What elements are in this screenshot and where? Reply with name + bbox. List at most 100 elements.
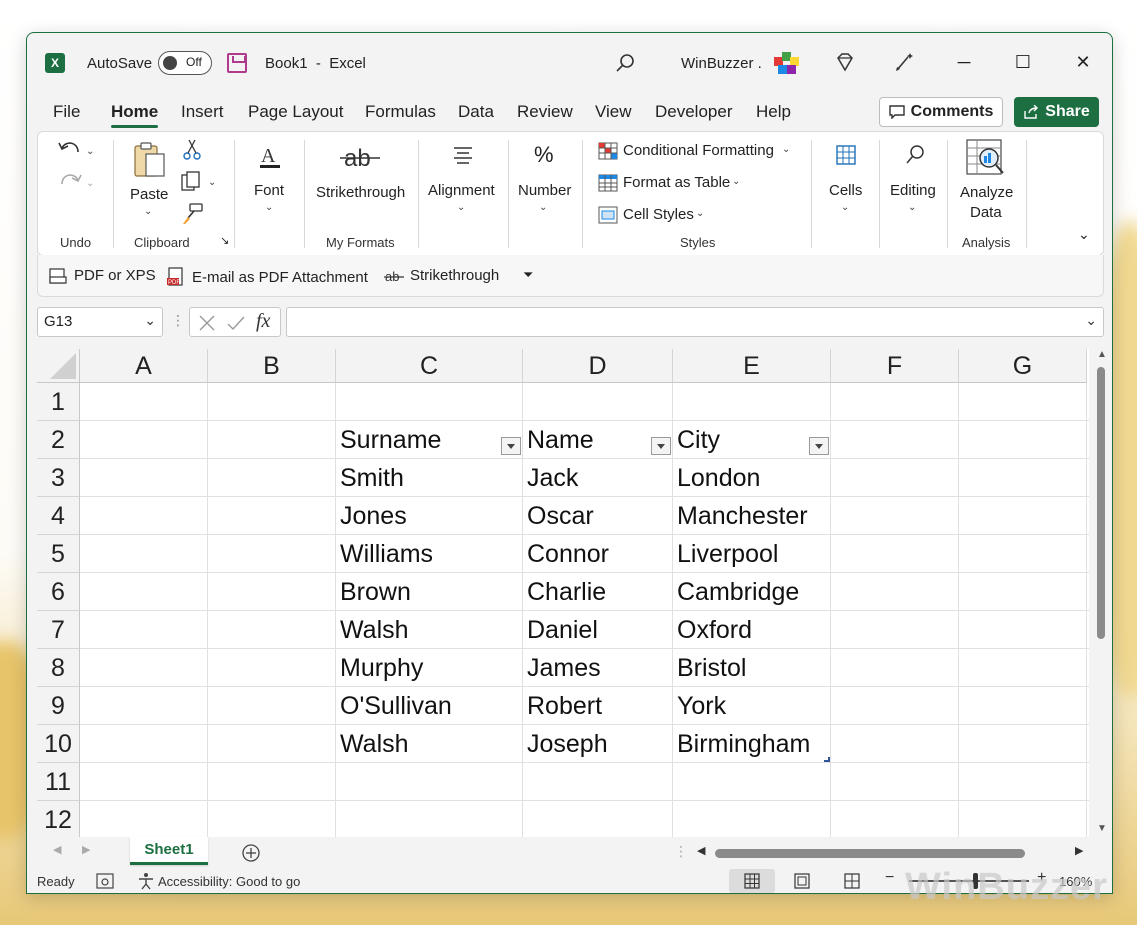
vertical-scrollbar[interactable]: ▲ ▼ (1092, 349, 1112, 837)
cell-styles-label[interactable]: Cell Styles (623, 206, 694, 223)
format-as-table-icon[interactable] (598, 174, 618, 192)
customize-qat-icon[interactable]: ⏷ (523, 267, 533, 283)
row-header-5[interactable]: 5 (37, 535, 80, 573)
worksheet-grid[interactable]: A B C D E F G 1 2 3 4 5 6 7 8 9 10 11 12 Surname Name City Smi… (37, 349, 1089, 837)
header-cell-c[interactable]: Surname (336, 421, 441, 459)
column-header-a[interactable]: A (80, 349, 208, 383)
column-header-g[interactable]: G (959, 349, 1087, 383)
alignment-chevron-icon[interactable]: ⌄ (457, 202, 465, 213)
table-cell[interactable]: Murphy (336, 649, 423, 687)
conditional-formatting-chevron-icon[interactable]: ⌄ (782, 144, 790, 155)
analyze-data-icon[interactable] (965, 138, 1007, 178)
number-chevron-icon[interactable]: ⌄ (539, 202, 547, 213)
header-cell-e[interactable]: City (673, 421, 720, 459)
tab-insert[interactable]: Insert (181, 102, 224, 122)
tab-developer[interactable]: Developer (655, 102, 733, 122)
table-cell[interactable]: Charlie (523, 573, 606, 611)
accessibility-status[interactable]: Accessibility: Good to go (158, 874, 300, 889)
column-header-c[interactable]: C (336, 349, 523, 383)
column-header-d[interactable]: D (523, 349, 673, 383)
scroll-left-icon[interactable]: ◀ (697, 844, 705, 857)
editing-search-icon[interactable] (904, 144, 926, 166)
filter-dropdown-icon[interactable] (809, 437, 829, 455)
row-header-7[interactable]: 7 (37, 611, 80, 649)
collapse-ribbon-icon[interactable]: ⌄ (1078, 226, 1090, 243)
table-cell[interactable]: O'Sullivan (336, 687, 452, 725)
scroll-right-icon[interactable]: ▶ (1075, 844, 1083, 857)
table-cell[interactable]: Brown (336, 573, 411, 611)
tab-formulas[interactable]: Formulas (365, 102, 436, 122)
table-cell[interactable]: Liverpool (673, 535, 778, 573)
table-cell[interactable]: Williams (336, 535, 433, 573)
clipboard-launcher-icon[interactable]: ↘ (220, 234, 229, 247)
table-cell[interactable]: Bristol (673, 649, 746, 687)
cancel-icon[interactable] (198, 314, 216, 332)
search-icon[interactable] (615, 53, 635, 73)
formula-bar-divider-icon[interactable]: ⋮ (171, 312, 185, 329)
email-pdf-button[interactable]: PDF E-mail as PDF Attachment (166, 267, 368, 287)
accessibility-icon[interactable] (137, 872, 155, 890)
conditional-formatting-label[interactable]: Conditional Formatting (623, 142, 774, 159)
table-cell[interactable]: Daniel (523, 611, 598, 649)
expand-formula-bar-icon[interactable]: ⌄ (1085, 312, 1097, 329)
table-cell[interactable]: Oxford (673, 611, 752, 649)
table-cell[interactable]: York (673, 687, 726, 725)
enter-icon[interactable] (226, 314, 246, 332)
table-cell[interactable]: Cambridge (673, 573, 799, 611)
cells-chevron-icon[interactable]: ⌄ (841, 202, 849, 213)
analyze-data-label-2[interactable]: Data (970, 204, 1002, 221)
percent-icon[interactable]: % (534, 142, 554, 168)
add-sheet-icon[interactable] (241, 843, 261, 863)
tab-splitter-icon[interactable]: ⋮ (674, 843, 688, 860)
table-cell[interactable]: Connor (523, 535, 609, 573)
sheet-tab-sheet1[interactable]: Sheet1 (130, 837, 208, 865)
insert-function-icon[interactable]: fx (256, 310, 270, 333)
row-header-3[interactable]: 3 (37, 459, 80, 497)
cut-icon[interactable] (182, 138, 202, 162)
table-resize-handle-icon[interactable] (824, 757, 830, 762)
table-cell[interactable]: Oscar (523, 497, 594, 535)
cell-styles-icon[interactable] (598, 206, 618, 224)
vertical-scroll-thumb[interactable] (1097, 367, 1105, 639)
pen-sparkle-icon[interactable] (893, 51, 915, 73)
redo-icon[interactable]: ⌄ (56, 170, 96, 194)
column-header-e[interactable]: E (673, 349, 831, 383)
row-header-9[interactable]: 9 (37, 687, 80, 725)
font-chevron-icon[interactable]: ⌄ (265, 202, 273, 213)
prev-sheet-icon[interactable]: ◀ (53, 843, 61, 856)
row-header-4[interactable]: 4 (37, 497, 80, 535)
qat-strikethrough-button[interactable]: ab Strikethrough (384, 267, 499, 284)
table-cell[interactable]: Robert (523, 687, 602, 725)
column-header-f[interactable]: F (831, 349, 959, 383)
scroll-down-icon[interactable]: ▼ (1097, 823, 1107, 834)
column-header-b[interactable]: B (208, 349, 336, 383)
row-header-11[interactable]: 11 (37, 763, 80, 801)
paste-icon[interactable] (132, 140, 168, 180)
tab-file[interactable]: File (53, 102, 80, 122)
select-all-button[interactable] (37, 349, 80, 383)
strikethrough-label[interactable]: Strikethrough (316, 184, 405, 201)
tab-home[interactable]: Home (111, 102, 159, 128)
table-cell[interactable]: Jones (336, 497, 407, 535)
save-icon[interactable] (227, 53, 247, 73)
macro-recording-icon[interactable] (95, 872, 115, 890)
editing-label[interactable]: Editing (890, 182, 936, 199)
row-header-12[interactable]: 12 (37, 801, 80, 837)
share-button[interactable]: Share (1014, 97, 1099, 127)
number-label[interactable]: Number (518, 182, 571, 199)
comments-button[interactable]: Comments (879, 97, 1003, 127)
cells-icon[interactable] (835, 144, 857, 166)
copy-icon[interactable]: ⌄ (180, 170, 220, 194)
table-cell[interactable]: Manchester (673, 497, 808, 535)
diamond-icon[interactable] (834, 51, 856, 73)
name-box[interactable]: G13 ⌄ (37, 307, 163, 337)
paste-label[interactable]: Paste (130, 186, 168, 203)
row-header-1[interactable]: 1 (37, 383, 80, 421)
conditional-formatting-icon[interactable] (598, 142, 618, 160)
zoom-out-icon[interactable]: − (885, 869, 894, 887)
row-header-10[interactable]: 10 (37, 725, 80, 763)
row-header-2[interactable]: 2 (37, 421, 80, 459)
cells-label[interactable]: Cells (829, 182, 862, 199)
cell-styles-chevron-icon[interactable]: ⌄ (696, 208, 704, 219)
pdf-xps-button[interactable]: PDF or XPS (48, 267, 156, 284)
